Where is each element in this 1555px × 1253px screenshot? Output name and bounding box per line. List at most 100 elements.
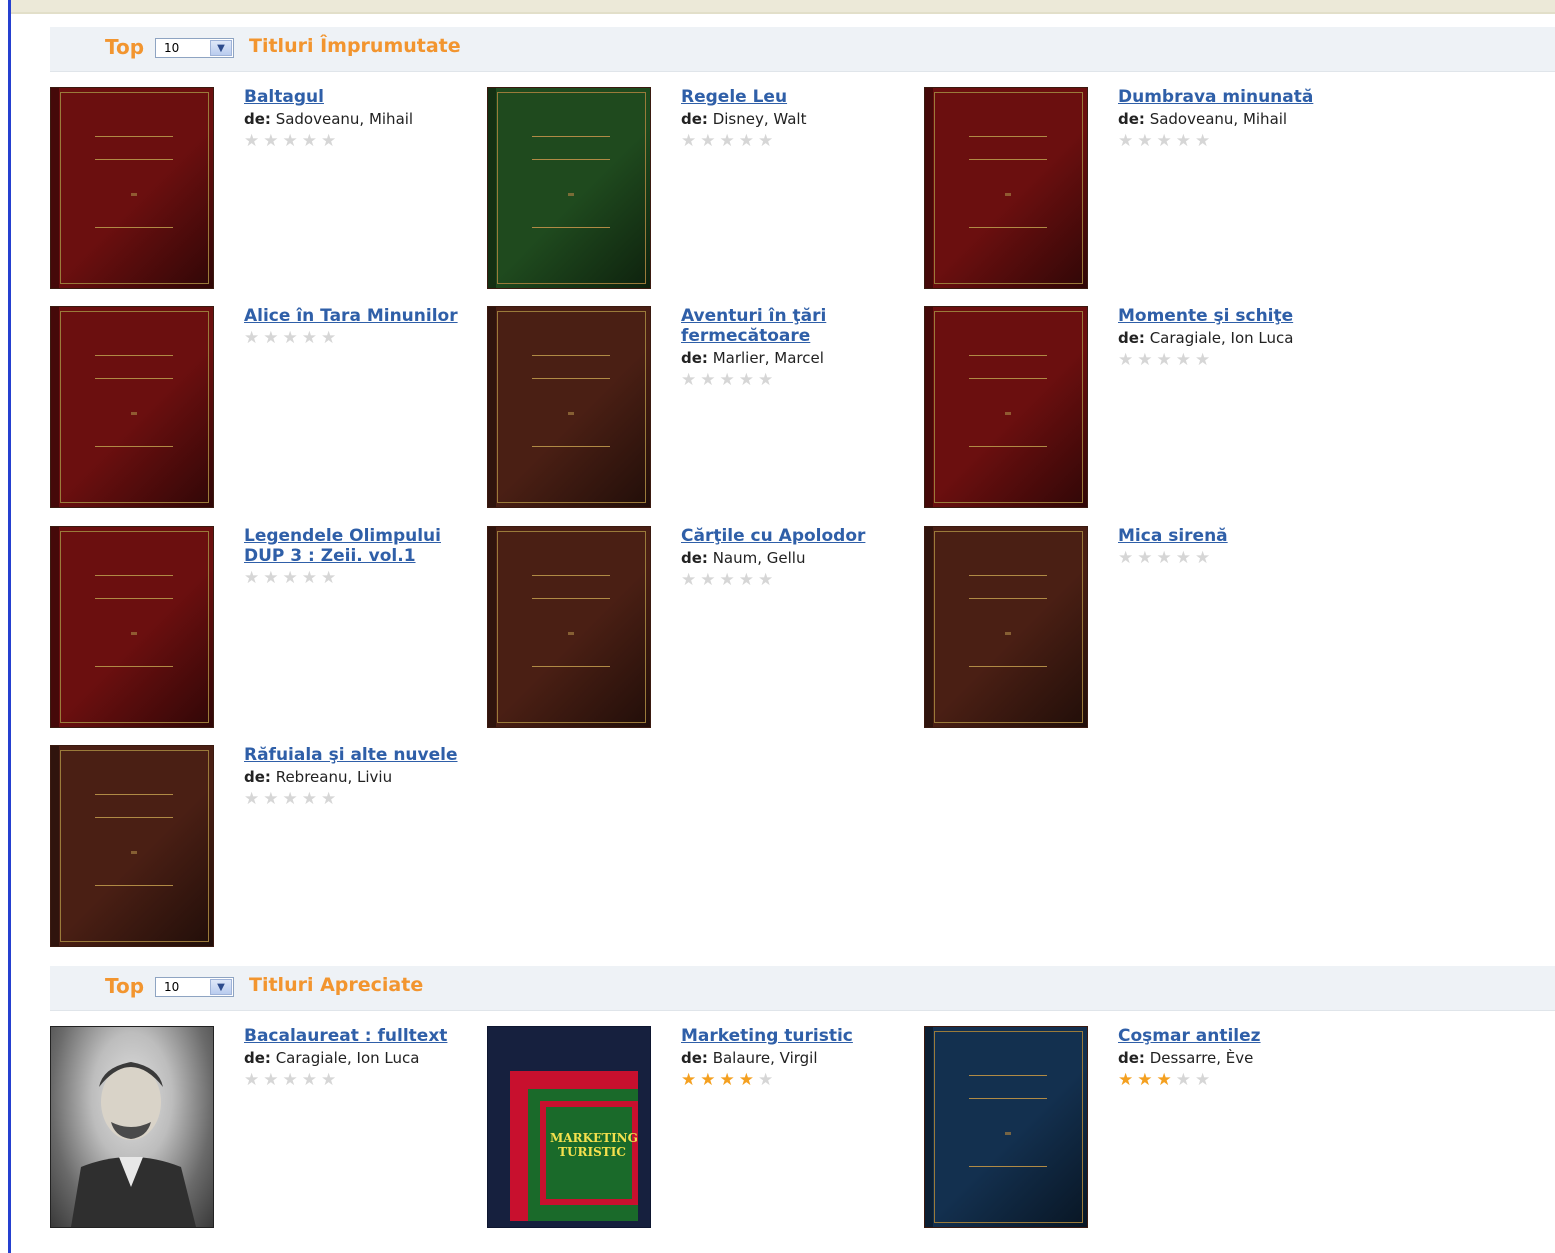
book-cover-image[interactable]: MARKETING TURISTIC xyxy=(487,1026,651,1228)
rating-stars[interactable]: ★★★★★ xyxy=(1118,1071,1214,1089)
star-icon[interactable]: ★ xyxy=(758,1070,777,1090)
star-icon[interactable]: ★ xyxy=(321,789,340,809)
star-icon[interactable]: ★ xyxy=(1195,548,1214,568)
rating-stars[interactable]: ★★★★★ xyxy=(244,790,340,808)
star-icon[interactable]: ★ xyxy=(1176,1070,1195,1090)
star-icon[interactable]: ★ xyxy=(263,131,282,151)
star-icon[interactable]: ★ xyxy=(302,568,321,588)
star-icon[interactable]: ★ xyxy=(244,328,263,348)
star-icon[interactable]: ★ xyxy=(283,1070,302,1090)
book-cover-image[interactable] xyxy=(50,1026,214,1228)
top-count-select[interactable]: 10 ▼ xyxy=(155,977,234,997)
star-icon[interactable]: ★ xyxy=(302,1070,321,1090)
star-icon[interactable]: ★ xyxy=(283,131,302,151)
star-icon[interactable]: ★ xyxy=(1176,131,1195,151)
star-icon[interactable]: ★ xyxy=(302,789,321,809)
book-cover-image[interactable] xyxy=(50,306,214,508)
rating-stars[interactable]: ★★★★★ xyxy=(1118,549,1214,567)
book-cover-image[interactable] xyxy=(487,306,651,508)
book-cover-image[interactable] xyxy=(924,87,1088,289)
book-title-link[interactable]: Alice în Tara Minunilor xyxy=(244,306,474,326)
star-icon[interactable]: ★ xyxy=(321,568,340,588)
star-icon[interactable]: ★ xyxy=(263,568,282,588)
book-title-link[interactable]: Bacalaureat : fulltext xyxy=(244,1026,474,1046)
star-icon[interactable]: ★ xyxy=(321,328,340,348)
star-icon[interactable]: ★ xyxy=(700,570,719,590)
star-icon[interactable]: ★ xyxy=(244,1070,263,1090)
rating-stars[interactable]: ★★★★★ xyxy=(1118,132,1214,150)
book-cover-image[interactable] xyxy=(924,526,1088,728)
star-icon[interactable]: ★ xyxy=(302,131,321,151)
star-icon[interactable]: ★ xyxy=(720,131,739,151)
chevron-down-icon[interactable]: ▼ xyxy=(210,979,232,995)
star-icon[interactable]: ★ xyxy=(681,1070,700,1090)
star-icon[interactable]: ★ xyxy=(681,370,700,390)
rating-stars[interactable]: ★★★★★ xyxy=(681,571,777,589)
book-title-link[interactable]: Răfuiala şi alte nuvele xyxy=(244,745,474,765)
star-icon[interactable]: ★ xyxy=(700,1070,719,1090)
star-icon[interactable]: ★ xyxy=(302,328,321,348)
book-title-link[interactable]: Coşmar antilez xyxy=(1118,1026,1348,1046)
star-icon[interactable]: ★ xyxy=(758,131,777,151)
star-icon[interactable]: ★ xyxy=(1195,131,1214,151)
star-icon[interactable]: ★ xyxy=(739,1070,758,1090)
star-icon[interactable]: ★ xyxy=(1195,1070,1214,1090)
star-icon[interactable]: ★ xyxy=(700,370,719,390)
star-icon[interactable]: ★ xyxy=(283,789,302,809)
book-title-link[interactable]: Momente şi schiţe xyxy=(1118,306,1348,326)
book-cover-image[interactable] xyxy=(487,87,651,289)
rating-stars[interactable]: ★★★★★ xyxy=(244,132,340,150)
book-title-link[interactable]: Aventuri în ţări fermecătoare xyxy=(681,306,911,346)
book-title-link[interactable]: Dumbrava minunată xyxy=(1118,87,1348,107)
star-icon[interactable]: ★ xyxy=(1176,350,1195,370)
star-icon[interactable]: ★ xyxy=(263,789,282,809)
star-icon[interactable]: ★ xyxy=(283,328,302,348)
star-icon[interactable]: ★ xyxy=(720,370,739,390)
star-icon[interactable]: ★ xyxy=(321,131,340,151)
book-title-link[interactable]: Mica sirenă xyxy=(1118,526,1348,546)
star-icon[interactable]: ★ xyxy=(244,131,263,151)
star-icon[interactable]: ★ xyxy=(1137,350,1156,370)
star-icon[interactable]: ★ xyxy=(1137,131,1156,151)
star-icon[interactable]: ★ xyxy=(758,570,777,590)
book-title-link[interactable]: Baltagul xyxy=(244,87,474,107)
star-icon[interactable]: ★ xyxy=(1157,350,1176,370)
star-icon[interactable]: ★ xyxy=(739,370,758,390)
book-cover-image[interactable] xyxy=(487,526,651,728)
book-cover-image[interactable] xyxy=(50,526,214,728)
star-icon[interactable]: ★ xyxy=(1157,131,1176,151)
rating-stars[interactable]: ★★★★★ xyxy=(681,371,777,389)
star-icon[interactable]: ★ xyxy=(1137,1070,1156,1090)
star-icon[interactable]: ★ xyxy=(1118,548,1137,568)
rating-stars[interactable]: ★★★★★ xyxy=(244,1071,340,1089)
rating-stars[interactable]: ★★★★★ xyxy=(681,132,777,150)
star-icon[interactable]: ★ xyxy=(739,131,758,151)
star-icon[interactable]: ★ xyxy=(681,131,700,151)
book-title-link[interactable]: Legendele Olimpului DUP 3 : Zeii. vol.1 xyxy=(244,526,474,566)
star-icon[interactable]: ★ xyxy=(321,1070,340,1090)
star-icon[interactable]: ★ xyxy=(1118,1070,1137,1090)
star-icon[interactable]: ★ xyxy=(263,328,282,348)
rating-stars[interactable]: ★★★★★ xyxy=(244,569,340,587)
star-icon[interactable]: ★ xyxy=(1176,548,1195,568)
star-icon[interactable]: ★ xyxy=(739,570,758,590)
book-cover-image[interactable] xyxy=(924,1026,1088,1228)
star-icon[interactable]: ★ xyxy=(263,1070,282,1090)
star-icon[interactable]: ★ xyxy=(720,1070,739,1090)
star-icon[interactable]: ★ xyxy=(1157,548,1176,568)
star-icon[interactable]: ★ xyxy=(700,131,719,151)
rating-stars[interactable]: ★★★★★ xyxy=(244,329,340,347)
star-icon[interactable]: ★ xyxy=(758,370,777,390)
star-icon[interactable]: ★ xyxy=(681,570,700,590)
star-icon[interactable]: ★ xyxy=(1137,548,1156,568)
book-title-link[interactable]: Cărţile cu Apolodor xyxy=(681,526,911,546)
star-icon[interactable]: ★ xyxy=(1118,350,1137,370)
book-title-link[interactable]: Regele Leu xyxy=(681,87,911,107)
top-count-select[interactable]: 10 ▼ xyxy=(155,38,234,58)
chevron-down-icon[interactable]: ▼ xyxy=(210,40,232,56)
star-icon[interactable]: ★ xyxy=(720,570,739,590)
star-icon[interactable]: ★ xyxy=(244,568,263,588)
book-cover-image[interactable] xyxy=(924,306,1088,508)
book-cover-image[interactable] xyxy=(50,745,214,947)
book-cover-image[interactable] xyxy=(50,87,214,289)
